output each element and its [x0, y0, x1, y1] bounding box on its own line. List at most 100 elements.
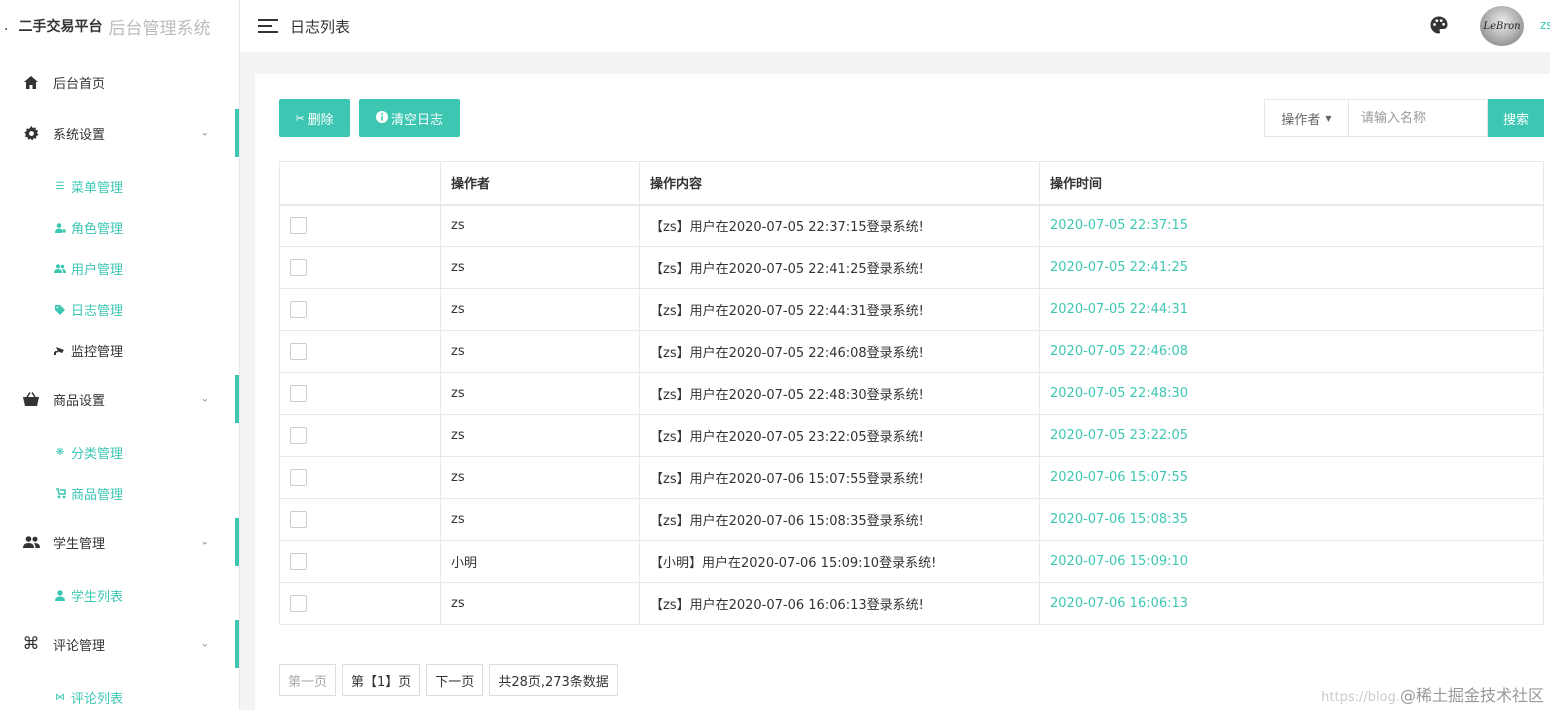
sidebar-item-user[interactable]: 用户管理	[0, 248, 239, 289]
tags-icon	[54, 304, 66, 315]
row-checkbox[interactable]	[290, 217, 307, 235]
avatar[interactable]: LeBron	[1480, 6, 1524, 46]
log-table: 操作者 操作内容 操作时间 zs 【zs】用户在2020-07-05 22:37…	[279, 161, 1544, 625]
content-cell: 【zs】用户在2020-07-06 15:07:55登录系统!	[639, 456, 1040, 499]
row-checkbox[interactable]	[290, 259, 307, 276]
sidebar-item-role[interactable]: 角色管理	[0, 207, 239, 248]
row-select-cell	[279, 456, 441, 499]
brand-name[interactable]: 二手交易平台	[18, 16, 102, 36]
operator-cell: zs	[440, 372, 640, 415]
sidebar-item-label: 分类管理	[71, 447, 124, 462]
column-header-operator[interactable]: 操作者	[440, 161, 640, 206]
brand: . 二手交易平台 后台管理系统	[0, 0, 239, 52]
content-cell: 【zs】用户在2020-07-05 22:48:30登录系统!	[639, 372, 1040, 415]
sidebar-item-monitor[interactable]: 监控管理	[0, 330, 239, 371]
username[interactable]: zs	[1540, 18, 1550, 32]
page-title: 日志列表	[290, 17, 351, 36]
content-cell: 【zs】用户在2020-07-05 22:37:15登录系统!	[639, 204, 1040, 247]
row-checkbox[interactable]	[290, 427, 307, 444]
sidebar-item-label: 商品管理	[71, 488, 124, 503]
users-icon	[54, 264, 66, 273]
stroller-icon	[54, 488, 66, 499]
avatar-text: LeBron	[1483, 20, 1521, 32]
sidebar-item-menu[interactable]: ☰ 菜单管理	[0, 166, 239, 207]
sidebar-section-comment[interactable]: ⌘ 评论管理 ⌄	[0, 620, 239, 668]
sidebar-section-goods[interactable]: 商品设置 ⌄	[0, 375, 239, 423]
sidebar-item-label: 角色管理	[71, 222, 124, 237]
row-checkbox[interactable]	[290, 595, 307, 612]
row-checkbox[interactable]	[290, 511, 307, 528]
sidebar-item-student-list[interactable]: 学生列表	[0, 575, 239, 616]
home-icon	[22, 73, 40, 91]
row-checkbox[interactable]	[290, 385, 307, 402]
table-row[interactable]: zs 【zs】用户在2020-07-05 22:46:08登录系统! 2020-…	[279, 330, 1544, 373]
menu-toggle-icon[interactable]	[258, 19, 278, 33]
operator-cell: zs	[440, 204, 640, 247]
table-row[interactable]: 小明 【小明】用户在2020-07-06 15:09:10登录系统! 2020-…	[279, 540, 1544, 583]
table-row[interactable]: zs 【zs】用户在2020-07-05 23:22:05登录系统! 2020-…	[279, 414, 1544, 457]
sidebar-item-home[interactable]: 后台首页	[0, 58, 239, 106]
row-checkbox[interactable]	[290, 343, 307, 360]
users-icon	[22, 533, 40, 551]
content-cell: 【zs】用户在2020-07-05 22:41:25登录系统!	[639, 246, 1040, 289]
sidebar-item-category[interactable]: ❋ 分类管理	[0, 432, 239, 473]
table-row[interactable]: zs 【zs】用户在2020-07-05 22:44:31登录系统! 2020-…	[279, 288, 1544, 331]
chevron-down-icon: ⌄	[200, 127, 209, 139]
row-select-cell	[279, 204, 441, 247]
content-cell: 【zs】用户在2020-07-06 15:08:35登录系统!	[639, 498, 1040, 541]
next-page-button[interactable]: 下一页	[426, 664, 484, 696]
time-cell: 2020-07-05 22:44:31	[1039, 288, 1544, 331]
table-row[interactable]: zs 【zs】用户在2020-07-06 15:08:35登录系统! 2020-…	[279, 498, 1544, 541]
column-header-content[interactable]: 操作内容	[639, 161, 1040, 206]
table-row[interactable]: zs 【zs】用户在2020-07-05 22:48:30登录系统! 2020-…	[279, 372, 1544, 415]
search-field-select-value: 操作者	[1281, 112, 1321, 128]
eraser-icon: ✂	[295, 111, 305, 125]
operator-cell: zs	[440, 288, 640, 331]
row-checkbox[interactable]	[290, 469, 307, 486]
time-cell: 2020-07-06 16:06:13	[1039, 582, 1544, 625]
table-row[interactable]: zs 【zs】用户在2020-07-06 15:07:55登录系统! 2020-…	[279, 456, 1544, 499]
sidebar-item-label: 后台首页	[53, 76, 106, 92]
sidebar-section-student[interactable]: 学生管理 ⌄	[0, 518, 239, 566]
delete-button[interactable]: ✂ 删除	[279, 99, 350, 137]
time-cell: 2020-07-06 15:08:35	[1039, 498, 1544, 541]
first-page-button[interactable]: 第一页	[279, 664, 337, 696]
sidebar-item-log[interactable]: 日志管理	[0, 289, 239, 330]
time-cell: 2020-07-05 23:22:05	[1039, 414, 1544, 457]
search-button[interactable]: 搜索	[1488, 99, 1544, 137]
row-select-cell	[279, 246, 441, 289]
page-summary: 共28页,273条数据	[489, 664, 618, 696]
chevron-down-icon: ⌄	[200, 536, 209, 548]
row-checkbox[interactable]	[290, 301, 307, 318]
column-header-time[interactable]: 操作时间	[1039, 161, 1544, 206]
table-row[interactable]: zs 【zs】用户在2020-07-05 22:37:15登录系统! 2020-…	[279, 204, 1544, 247]
time-cell: 2020-07-06 15:09:10	[1039, 540, 1544, 583]
sidebar-item-label: 日志管理	[71, 304, 124, 319]
sidebar-section-label: 学生管理	[53, 536, 106, 552]
row-select-cell	[279, 330, 441, 373]
table-row[interactable]: zs 【zs】用户在2020-07-06 16:06:13登录系统! 2020-…	[279, 582, 1544, 625]
row-select-cell	[279, 582, 441, 625]
time-cell: 2020-07-05 22:48:30	[1039, 372, 1544, 415]
sidebar-section-label: 商品设置	[53, 393, 106, 409]
operator-cell: zs	[440, 498, 640, 541]
clear-log-button-label: 清空日志	[390, 112, 443, 128]
user-cog-icon	[54, 222, 66, 233]
main-content: ✂ 删除 清空日志 操作者 ▼ 搜索 操作者 操作内容 操作时间	[255, 74, 1550, 710]
sidebar-section-system[interactable]: 系统设置 ⌄	[0, 109, 239, 157]
search-input[interactable]	[1348, 99, 1488, 137]
comments-icon: ⋈	[55, 692, 65, 703]
table-row[interactable]: zs 【zs】用户在2020-07-05 22:41:25登录系统! 2020-…	[279, 246, 1544, 289]
sidebar-item-goods[interactable]: 商品管理	[0, 473, 239, 514]
clear-log-button[interactable]: 清空日志	[359, 99, 460, 137]
row-select-cell	[279, 540, 441, 583]
sidebar-item-label: 用户管理	[71, 263, 124, 278]
row-checkbox[interactable]	[290, 553, 307, 570]
search-field-select[interactable]: 操作者 ▼	[1264, 99, 1348, 137]
palette-icon[interactable]	[1430, 16, 1450, 36]
content-cell: 【小明】用户在2020-07-06 15:09:10登录系统!	[639, 540, 1040, 583]
sidebar-item-comment-list[interactable]: ⋈ 评论列表	[0, 677, 239, 710]
sidebar-item-label: 监控管理	[71, 345, 124, 360]
watermark-text: @稀土掘金技术社区	[1399, 686, 1544, 705]
list-icon: ☰	[55, 181, 65, 192]
